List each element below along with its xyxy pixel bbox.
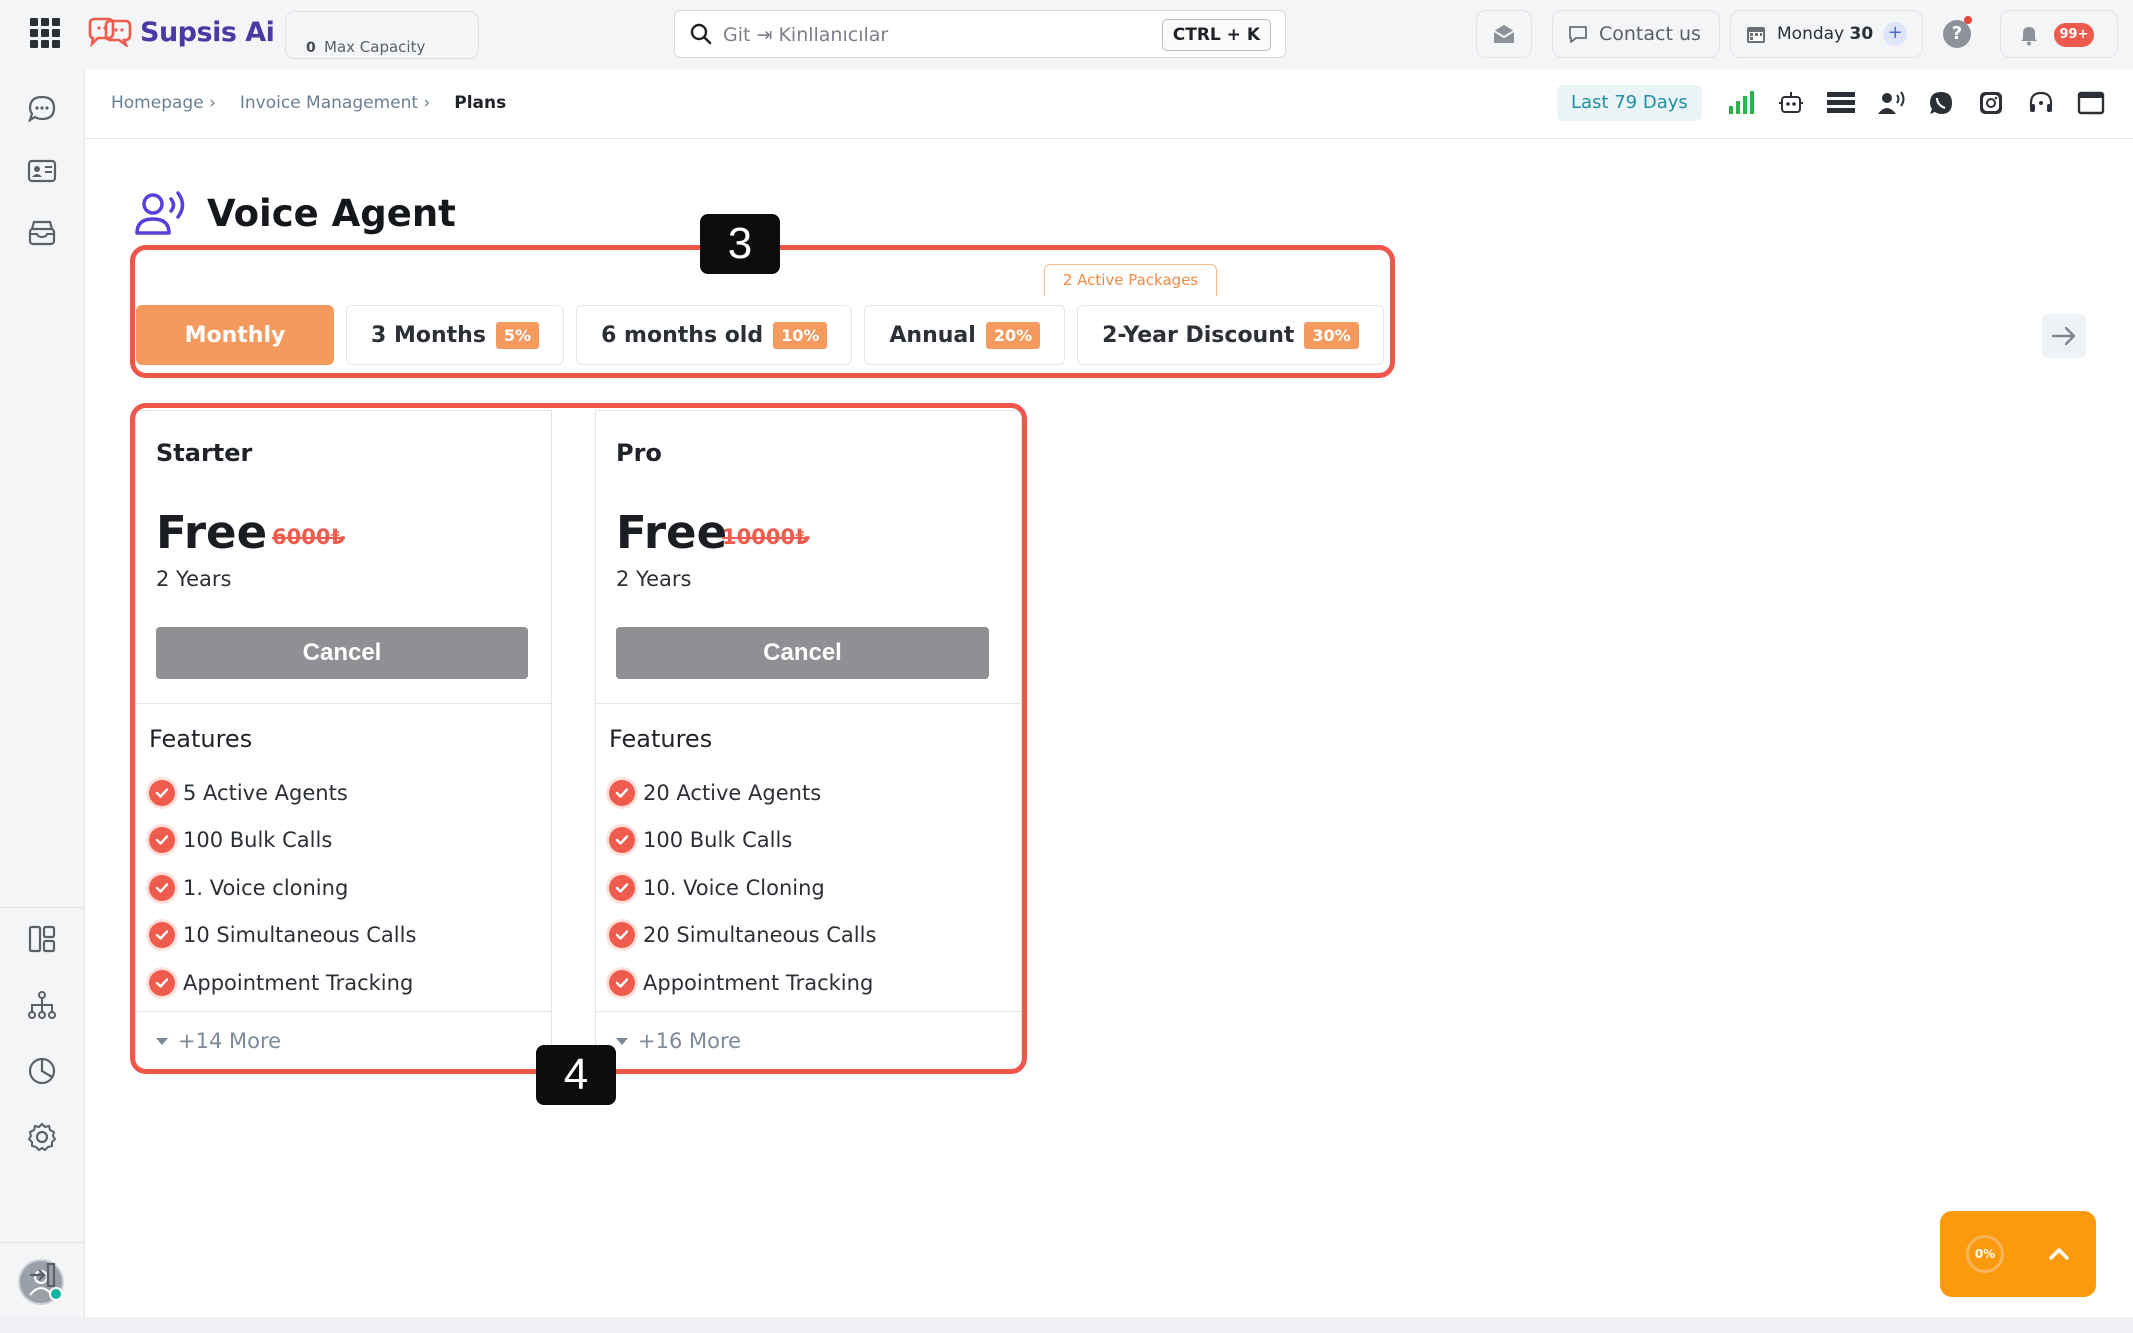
max-capacity-widget[interactable]: 0 Max Capacity — [285, 11, 479, 59]
annotation-number-badge: 3 — [700, 214, 780, 274]
collapse-sidebar-icon[interactable] — [26, 1259, 58, 1291]
headset-icon[interactable] — [2026, 88, 2056, 118]
flow-tree-icon[interactable] — [26, 989, 58, 1021]
chat-icon — [1569, 26, 1587, 43]
help-icon[interactable]: ? — [1943, 20, 1971, 48]
help-alert-dot — [1964, 16, 1972, 24]
page-title: Voice Agent — [207, 191, 456, 235]
signal-bars-icon[interactable] — [1726, 88, 1756, 118]
whatsapp-icon[interactable] — [1926, 88, 1956, 118]
capacity-value: 0 — [306, 40, 316, 56]
sidebar-divider — [0, 907, 85, 908]
settings-gear-icon[interactable] — [26, 1121, 58, 1153]
date-number: 30 — [1849, 24, 1874, 44]
contact-card-icon[interactable] — [26, 155, 58, 187]
annotation-number-badge: 4 — [536, 1045, 616, 1105]
contact-us-label: Contact us — [1599, 23, 1701, 45]
voice-agent-title-icon — [135, 191, 185, 235]
date-label: Monday 30 — [1777, 24, 1873, 44]
quick-icons — [1726, 88, 2106, 118]
date-range-chip[interactable]: Last 79 Days — [1557, 85, 1702, 121]
apps-grid-icon[interactable] — [30, 18, 60, 48]
bottom-strip — [0, 1317, 2133, 1333]
progress-widget[interactable]: 0% — [1940, 1211, 2096, 1297]
brand-logo[interactable]: Supsis Ai — [86, 12, 275, 52]
breadcrumb-invoice-management[interactable]: Invoice Management › — [240, 93, 430, 113]
calendar-icon — [1747, 27, 1765, 43]
analytics-pie-icon[interactable] — [26, 1055, 58, 1087]
breadcrumb-homepage[interactable]: Homepage › — [111, 93, 216, 113]
date-day: Monday — [1777, 24, 1845, 44]
chevron-up-icon — [2049, 1248, 2069, 1260]
breadcrumb: Homepage › Invoice Management › Plans — [111, 93, 506, 113]
inbox-archive-icon[interactable] — [26, 217, 58, 249]
page-header: Voice Agent — [133, 189, 456, 237]
notifications-button[interactable]: 99+ — [2000, 10, 2118, 58]
window-icon[interactable] — [2076, 88, 2106, 118]
capacity-label: Max Capacity — [324, 38, 426, 56]
search-shortcut: CTRL + K — [1161, 19, 1271, 51]
search-placeholder: Git ⇥ Kinllanıcılar — [723, 24, 889, 46]
highlight-box-plans — [130, 403, 1027, 1074]
left-sidebar — [0, 69, 85, 1333]
global-search[interactable]: Git ⇥ Kinllanıcılar CTRL + K — [674, 10, 1286, 58]
notification-count-badge: 99+ — [2054, 23, 2094, 47]
bell-icon — [2021, 27, 2037, 46]
calendar-button[interactable]: Monday 30 + — [1730, 10, 1923, 58]
top-bar: Supsis Ai 0 Max Capacity Git ⇥ Kinllanıc… — [0, 0, 2133, 69]
main-content: Homepage › Invoice Management › Plans La… — [85, 69, 2133, 1317]
sidebar-divider-bottom — [0, 1242, 85, 1243]
dashboard-layout-icon[interactable] — [26, 923, 58, 955]
sub-header: Homepage › Invoice Management › Plans La… — [85, 69, 2133, 139]
mail-button[interactable] — [1476, 10, 1532, 58]
instagram-icon[interactable] — [1976, 88, 2006, 118]
bot-icon[interactable] — [1776, 88, 1806, 118]
voice-agent-icon[interactable] — [1876, 88, 1906, 118]
progress-ring: 0% — [1966, 1235, 2004, 1273]
next-arrow-button[interactable] — [2042, 314, 2086, 358]
brand-name: Supsis Ai — [140, 16, 275, 48]
list-icon[interactable] — [1826, 88, 1856, 118]
contact-us-button[interactable]: Contact us — [1552, 10, 1720, 58]
add-icon[interactable]: + — [1883, 22, 1908, 46]
search-icon — [690, 23, 712, 45]
supsis-logo-icon — [88, 17, 132, 47]
breadcrumb-current: Plans — [454, 93, 507, 113]
chat-bubble-icon[interactable] — [26, 93, 58, 125]
arrow-right-icon — [2051, 326, 2076, 346]
mail-icon — [1493, 25, 1515, 43]
